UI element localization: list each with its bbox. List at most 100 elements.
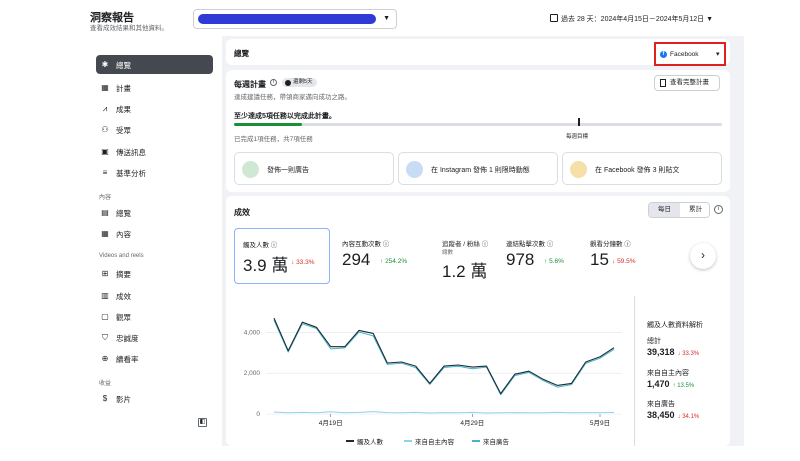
next-metrics-button[interactable]: › bbox=[690, 243, 716, 269]
chat-icon: ▣ bbox=[101, 147, 109, 156]
platform-dropdown[interactable]: f Facebook ▾ bbox=[654, 42, 726, 66]
x-tick-label: 4月19日 bbox=[319, 419, 343, 427]
facebook-icon: f bbox=[660, 51, 667, 58]
date-range-picker[interactable]: 過去 28 天：2024年4月15日－2024年5月12日 ▼ bbox=[550, 14, 713, 24]
date-range-label: 過去 28 天：2024年4月15日－2024年5月12日 bbox=[561, 16, 705, 23]
calendar-icon: ▦ bbox=[101, 83, 109, 92]
breakdown-title: 觸及人數資料解析 bbox=[647, 322, 703, 329]
weekly-goal-label: 每週目標 bbox=[566, 134, 589, 140]
breakdown-total-value: 39,318 ↓ 33.3% bbox=[647, 347, 700, 357]
reach-breakdown: 觸及人數資料解析 總計 39,318 ↓ 33.3% 來自自主內容 1,470 ↑ … bbox=[634, 296, 730, 446]
task-publish-ad[interactable]: 發佈一則廣告 bbox=[234, 152, 394, 185]
sidebar-item-overview[interactable]: ✱ 總覽 bbox=[96, 55, 213, 74]
x-tick-label: 4月29日 bbox=[460, 419, 484, 427]
metric-label: 追蹤者 / 粉絲 ⓘ bbox=[442, 241, 489, 248]
legend-ads: 來自廣告 bbox=[472, 436, 509, 446]
metric-watch-minutes[interactable]: 觀看分鐘數 ⓘ 15 ↓ 59.5% bbox=[582, 228, 672, 284]
metric-value: 15 bbox=[590, 250, 609, 269]
metric-label: 觸及人數 ⓘ bbox=[243, 242, 278, 249]
breakdown-total-label: 總計 bbox=[647, 338, 661, 345]
plan-progress-bar bbox=[234, 123, 722, 126]
summary-icon: ⊞ bbox=[101, 269, 109, 278]
metric-label: 連結點擊次數 ⓘ bbox=[506, 241, 554, 248]
section-revenue: 收益 bbox=[99, 381, 112, 387]
weekly-goal-marker bbox=[578, 118, 580, 126]
overview-bar: 總覽 f Facebook ▾ bbox=[226, 39, 730, 66]
metric-link-clicks[interactable]: 連結點擊次數 ⓘ 978 ↑ 5.6% bbox=[498, 228, 584, 284]
chevron-down-icon: ▾ bbox=[716, 51, 720, 58]
dollar-icon: $ bbox=[102, 394, 108, 403]
sidebar-item-benchmark[interactable]: ≡ 基準分析 bbox=[96, 163, 213, 182]
metric-delta: ↓ 33.3% bbox=[291, 259, 315, 266]
toggle-daily[interactable]: 每日 bbox=[649, 203, 680, 217]
list-icon: ▥ bbox=[101, 291, 109, 300]
platform-label: Facebook bbox=[670, 51, 699, 58]
period-toggle: 每日 累計 bbox=[648, 202, 710, 218]
info-icon[interactable]: i bbox=[270, 79, 277, 86]
task-instagram-story[interactable]: 在 Instagram 發佈 1 則限時動態 bbox=[398, 152, 558, 185]
weekly-plan-card: 每週計畫 i 還剩5天 達成建議任務，帶領商家邁向成功之路。 查看完整計畫 至少… bbox=[226, 70, 730, 192]
toggle-cumulative[interactable]: 累計 bbox=[680, 203, 709, 217]
legend-organic: 來自自主內容 bbox=[404, 436, 454, 446]
metric-sublabel: 總數 bbox=[442, 250, 454, 256]
app-window: 洞察報告 查看成效結果和其他資料。 ▼ 過去 28 天：2024年4月15日－2… bbox=[72, 0, 744, 446]
info-icon[interactable]: i bbox=[714, 205, 723, 214]
sidebar-item-performance[interactable]: ▥ 成效 bbox=[96, 286, 213, 305]
sidebar-item-plan[interactable]: ▦ 計畫 bbox=[96, 78, 213, 97]
sidebar-item-results[interactable]: ⩘ 成果 bbox=[96, 99, 213, 118]
legend-reach: 觸及人數 bbox=[346, 436, 383, 446]
sidebar-item-loyalty[interactable]: ⛉ 忠誠度 bbox=[96, 328, 213, 347]
metric-value: 3.9 萬 bbox=[243, 256, 289, 275]
sparkle-icon: ✱ bbox=[101, 60, 109, 69]
benchmark-icon: ≡ bbox=[102, 168, 108, 177]
plan-goal: 至少達成5項任務以完成此計畫。 bbox=[234, 113, 336, 120]
plan-progress-fill bbox=[234, 123, 303, 126]
metric-label: 觀看分鐘數 ⓘ bbox=[590, 241, 631, 248]
metric-delta: ↑ 5.6% bbox=[544, 258, 564, 265]
collapse-sidebar-icon[interactable]: ◧ bbox=[198, 418, 207, 427]
breakdown-ads-label: 來自廣告 bbox=[647, 401, 675, 408]
metric-value: 1.2 萬 bbox=[442, 262, 488, 281]
page-subtitle: 查看成效結果和其他資料。 bbox=[90, 25, 168, 32]
metric-delta: ↓ 59.5% bbox=[612, 258, 636, 265]
sidebar: ✱ 總覽 ▦ 計畫 ⩘ 成果 ⚇ 受眾 ▣ 傳送訊息 ≡ 基準分析 內容 ▤ 總覽 ▦ 內容 V… bbox=[72, 36, 222, 446]
chevron-down-icon: ▼ bbox=[383, 15, 390, 22]
view-full-plan-button[interactable]: 查看完整計畫 bbox=[654, 75, 720, 91]
section-content: 內容 bbox=[99, 195, 112, 201]
series-line-organic bbox=[273, 411, 615, 414]
trend-icon: ⩘ bbox=[102, 104, 108, 113]
metric-reach[interactable]: 觸及人數 ⓘ 3.9 萬 ↓ 33.3% bbox=[234, 228, 330, 284]
grid-icon: ▦ bbox=[101, 229, 109, 238]
metric-engagement[interactable]: 內容互動次數 ⓘ 294 ↑ 254.2% bbox=[334, 228, 430, 284]
sidebar-item-retention[interactable]: ⊕ 續看率 bbox=[96, 349, 213, 368]
task-facebook-posts[interactable]: 在 Facebook 發佈 3 則貼文 bbox=[562, 152, 722, 185]
breakdown-ads-value: 38,450 ↓ 34.1% bbox=[647, 410, 700, 420]
sidebar-item-summary[interactable]: ⊞ 摘要 bbox=[96, 264, 213, 283]
sidebar-item-audience[interactable]: ⚇ 受眾 bbox=[96, 120, 213, 139]
breakdown-organic-value: 1,470 ↑ 13.5% bbox=[647, 379, 695, 389]
x-tick-label: 5月9日 bbox=[590, 419, 610, 427]
people-icon: ⚇ bbox=[101, 125, 109, 134]
sidebar-item-viewers[interactable]: ▢ 觀眾 bbox=[96, 307, 213, 326]
image-icon bbox=[242, 161, 259, 178]
retention-icon: ⊕ bbox=[101, 354, 109, 363]
y-tick-label: 2,000 bbox=[244, 370, 261, 377]
breakdown-organic-label: 來自自主內容 bbox=[647, 370, 689, 377]
y-tick-label: 4,000 bbox=[244, 329, 261, 336]
sidebar-item-videos-revenue[interactable]: $ 影片 bbox=[96, 389, 213, 408]
plan-progress-text: 已完成1項任務，共7項任務 bbox=[234, 136, 313, 143]
reach-line-chart: 0 2,000 4,000 4月19日 4月29日 5月9日 bbox=[244, 317, 622, 427]
document-icon bbox=[660, 79, 666, 87]
facebook-post-icon bbox=[570, 161, 587, 178]
gallery-icon: ▤ bbox=[101, 208, 109, 217]
metric-delta: ↑ 254.2% bbox=[380, 258, 408, 265]
sidebar-item-content[interactable]: ▦ 內容 bbox=[96, 224, 213, 243]
sidebar-item-messaging[interactable]: ▣ 傳送訊息 bbox=[96, 142, 213, 161]
sidebar-item-content-overview[interactable]: ▤ 總覽 bbox=[96, 203, 213, 222]
y-tick-label: 0 bbox=[256, 411, 260, 418]
metric-value: 978 bbox=[506, 250, 535, 269]
account-selector[interactable]: ▼ bbox=[193, 9, 397, 29]
viewer-icon: ▢ bbox=[101, 312, 109, 321]
series-line-reach bbox=[273, 317, 615, 395]
performance-card: 成效 每日 累計 i 觸及人數 ⓘ 3.9 萬 ↓ 33.3% 內容互動次數 ⓘ… bbox=[226, 196, 730, 446]
